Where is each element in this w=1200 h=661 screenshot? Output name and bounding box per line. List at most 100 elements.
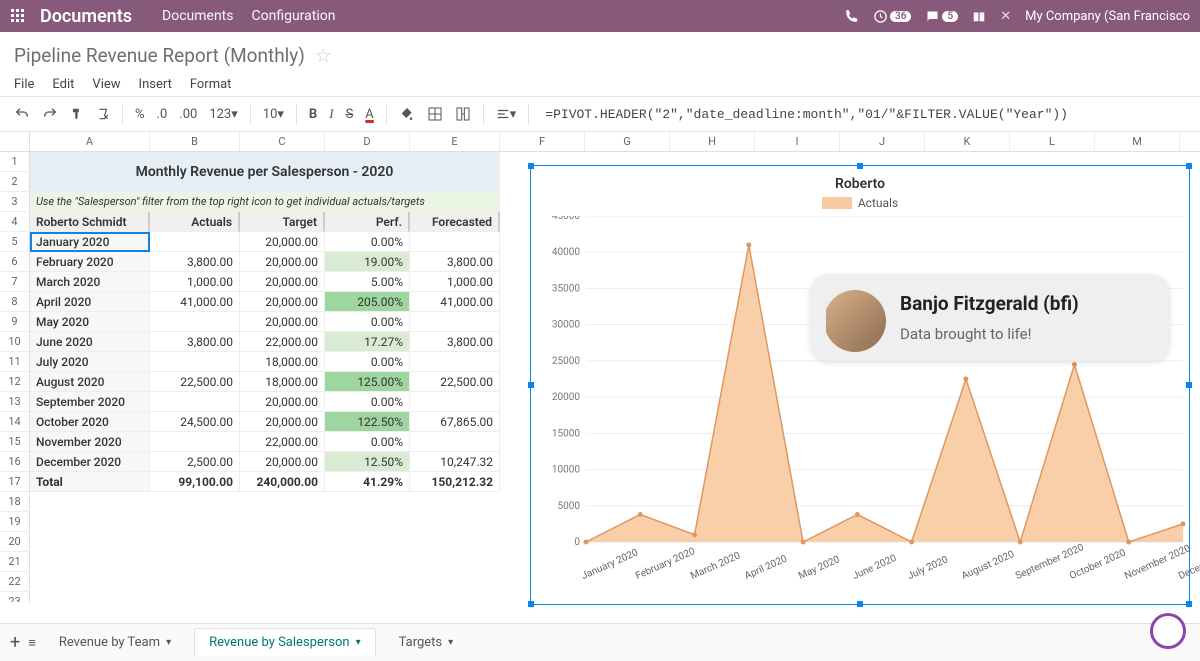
actuals-cell[interactable]: 2,500.00 — [150, 452, 240, 472]
month-cell[interactable]: February 2020 — [30, 252, 150, 272]
forecasted-cell[interactable]: 1,000.00 — [410, 272, 500, 292]
forecasted-cell[interactable]: 3,800.00 — [410, 332, 500, 352]
col-C[interactable]: C — [240, 132, 325, 151]
header-target[interactable]: Target — [240, 212, 325, 232]
actuals-cell[interactable] — [150, 352, 240, 372]
forecasted-cell[interactable]: 67,865.00 — [410, 412, 500, 432]
strikethrough-button[interactable]: S — [346, 107, 354, 122]
row-header[interactable]: 21 — [0, 552, 30, 572]
month-cell[interactable]: May 2020 — [30, 312, 150, 332]
row-header[interactable]: 7 — [0, 272, 30, 292]
actuals-cell[interactable]: 1,000.00 — [150, 272, 240, 292]
row-header[interactable]: 8 — [0, 292, 30, 312]
star-icon[interactable]: ☆ — [315, 44, 332, 67]
target-cell[interactable]: 20,000.00 — [240, 272, 325, 292]
gift-icon[interactable] — [972, 9, 986, 23]
target-cell[interactable]: 20,000.00 — [240, 252, 325, 272]
italic-button[interactable]: I — [329, 106, 333, 122]
col-F[interactable]: F — [500, 132, 585, 151]
col-I[interactable]: I — [755, 132, 840, 151]
fill-color-icon[interactable] — [399, 106, 415, 122]
col-E[interactable]: E — [410, 132, 500, 151]
perf-cell[interactable]: 0.00% — [325, 312, 410, 332]
row-header[interactable]: 4 — [0, 212, 30, 232]
col-L[interactable]: L — [1010, 132, 1095, 151]
row-header[interactable]: 16 — [0, 452, 30, 472]
menu-edit[interactable]: Edit — [52, 77, 74, 92]
row-header[interactable]: 3 — [0, 192, 30, 212]
forecasted-cell[interactable] — [410, 232, 500, 252]
perf-cell[interactable]: 0.00% — [325, 432, 410, 452]
actuals-cell[interactable]: 24,500.00 — [150, 412, 240, 432]
total-target[interactable]: 240,000.00 — [240, 472, 325, 492]
col-D[interactable]: D — [325, 132, 410, 151]
month-cell[interactable]: December 2020 — [30, 452, 150, 472]
col-K[interactable]: K — [925, 132, 1010, 151]
nav-documents[interactable]: Documents — [162, 8, 233, 24]
menu-format[interactable]: Format — [190, 77, 232, 92]
row-header[interactable]: 19 — [0, 512, 30, 532]
close-icon[interactable]: ✕ — [1000, 9, 1011, 24]
row-header[interactable]: 23 — [0, 592, 30, 602]
perf-cell[interactable]: 5.00% — [325, 272, 410, 292]
number-format-dropdown[interactable]: 123 ▾ — [209, 107, 237, 122]
undo-icon[interactable] — [14, 106, 30, 122]
forecasted-cell[interactable]: 3,800.00 — [410, 252, 500, 272]
month-cell[interactable]: June 2020 — [30, 332, 150, 352]
target-cell[interactable]: 22,000.00 — [240, 332, 325, 352]
clear-format-icon[interactable] — [96, 107, 110, 121]
col-A[interactable]: A — [30, 132, 150, 151]
target-cell[interactable]: 20,000.00 — [240, 412, 325, 432]
actuals-cell[interactable]: 22,500.00 — [150, 372, 240, 392]
actuals-cell[interactable]: 3,800.00 — [150, 332, 240, 352]
apps-icon[interactable] — [10, 8, 26, 24]
row-header[interactable]: 14 — [0, 412, 30, 432]
instruction-cell[interactable]: Use the "Salesperson" filter from the to… — [30, 192, 500, 212]
target-cell[interactable]: 22,000.00 — [240, 432, 325, 452]
clock-icon[interactable]: 36 — [873, 9, 911, 24]
actuals-cell[interactable] — [150, 312, 240, 332]
row-header[interactable]: 10 — [0, 332, 30, 352]
font-size-dropdown[interactable]: 10 ▾ — [263, 107, 284, 122]
perf-cell[interactable]: 12.50% — [325, 452, 410, 472]
row-header[interactable]: 22 — [0, 572, 30, 592]
actuals-cell[interactable]: 3,800.00 — [150, 252, 240, 272]
row-header[interactable]: 9 — [0, 312, 30, 332]
text-color-button[interactable]: A — [365, 107, 373, 122]
month-cell[interactable]: March 2020 — [30, 272, 150, 292]
tab-revenue-salesperson[interactable]: Revenue by Salesperson▾ — [194, 628, 376, 657]
target-cell[interactable]: 20,000.00 — [240, 392, 325, 412]
actuals-cell[interactable] — [150, 392, 240, 412]
help-fab[interactable] — [1150, 613, 1186, 649]
target-cell[interactable]: 20,000.00 — [240, 452, 325, 472]
menu-insert[interactable]: Insert — [139, 77, 172, 92]
company-name[interactable]: My Company (San Francisco — [1025, 9, 1190, 24]
month-cell[interactable]: November 2020 — [30, 432, 150, 452]
total-perf[interactable]: 41.29% — [325, 472, 410, 492]
align-dropdown[interactable]: ▾ — [496, 107, 517, 122]
decrease-decimal-button[interactable]: .0 — [157, 107, 168, 122]
col-G[interactable]: G — [585, 132, 670, 151]
perf-cell[interactable]: 17.27% — [325, 332, 410, 352]
row-header[interactable]: 18 — [0, 492, 30, 512]
bold-button[interactable]: B — [309, 107, 317, 122]
merge-cells-icon[interactable] — [455, 106, 471, 122]
total-actuals[interactable]: 99,100.00 — [150, 472, 240, 492]
perf-cell[interactable]: 125.00% — [325, 372, 410, 392]
header-actuals[interactable]: Actuals — [150, 212, 240, 232]
row-header[interactable]: 5 — [0, 232, 30, 252]
menu-view[interactable]: View — [92, 77, 120, 92]
perf-cell[interactable]: 0.00% — [325, 392, 410, 412]
row-header[interactable]: 13 — [0, 392, 30, 412]
perf-cell[interactable]: 19.00% — [325, 252, 410, 272]
perf-cell[interactable]: 205.00% — [325, 292, 410, 312]
sheet-title[interactable]: Monthly Revenue per Salesperson - 2020 — [30, 152, 500, 192]
messages-icon[interactable]: 5 — [925, 9, 958, 24]
header-perf[interactable]: Perf. — [325, 212, 410, 232]
perf-cell[interactable]: 122.50% — [325, 412, 410, 432]
header-person[interactable]: Roberto Schmidt — [30, 212, 150, 232]
header-forecasted[interactable]: Forecasted — [410, 212, 500, 232]
target-cell[interactable]: 18,000.00 — [240, 352, 325, 372]
tab-targets[interactable]: Targets▾ — [384, 628, 469, 657]
forecasted-cell[interactable]: 41,000.00 — [410, 292, 500, 312]
